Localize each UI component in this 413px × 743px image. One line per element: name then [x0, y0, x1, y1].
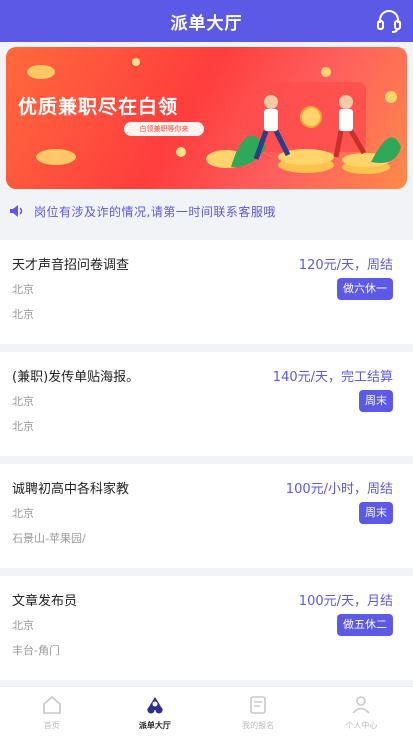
home-icon: [42, 695, 61, 714]
tab-label: 首页: [43, 721, 60, 730]
headset-icon[interactable]: [375, 7, 403, 35]
job-card[interactable]: 天才声音招问卷调查 120元/天，周结 北京 北京 做六休一: [0, 240, 413, 344]
hall-icon: [146, 697, 163, 714]
tab-label: 个人中心: [345, 721, 378, 730]
notice-bar: 岗位有涉及诈的情况,请第一时间联系客服哦: [6, 196, 407, 226]
job-pay: 100元/小时，周结: [285, 482, 393, 497]
job-title: 文章发布员: [12, 594, 78, 609]
notice-text: 岗位有涉及诈的情况,请第一时间联系客服哦: [34, 204, 276, 219]
job-area: 丰台-角门: [12, 644, 60, 657]
job-schedule-tag: 周末: [359, 390, 393, 412]
job-title: (兼职)发传单贴海报。: [12, 370, 140, 385]
job-city: 北京: [12, 395, 34, 408]
tab-my-signups[interactable]: 我的报名: [207, 687, 310, 743]
bottom-tab-bar: 首页 派单大厅 我的报名 个人中心: [0, 686, 413, 743]
job-title: 天才声音招问卷调查: [12, 258, 130, 273]
tab-label: 我的报名: [242, 721, 275, 730]
job-schedule-tag: 做六休一: [337, 278, 393, 300]
job-card[interactable]: (兼职)发传单贴海报。 140元/天，完工结算 北京 北京 周末: [0, 352, 413, 456]
job-schedule-tag: 做五休二: [337, 614, 393, 636]
job-schedule-tag: 周末: [359, 502, 393, 524]
banner-cta-pill[interactable]: 白领兼职等你来: [124, 122, 204, 136]
job-city: 北京: [12, 283, 34, 296]
tab-label: 派单大厅: [138, 721, 171, 730]
job-area: 北京: [12, 420, 34, 433]
job-pay: 100元/天，月结: [298, 594, 393, 609]
job-pay: 140元/天，完工结算: [272, 370, 393, 385]
app-header: 派单大厅: [0, 0, 413, 42]
banner-illustration-icon: [206, 67, 401, 174]
job-area: 石景山-苹果园/: [12, 532, 86, 545]
job-city: 北京: [12, 507, 34, 520]
job-title: 诚聘初高中各科家教: [12, 482, 130, 497]
speaker-icon: [10, 205, 23, 217]
list-icon: [250, 696, 266, 714]
banner-title: 优质兼职尽在白领: [18, 96, 179, 118]
promo-banner[interactable]: 优质兼职尽在白领 白领兼职等你来: [6, 47, 407, 189]
job-pay: 120元/天，周结: [298, 258, 393, 273]
job-area: 北京: [12, 308, 34, 321]
tab-profile[interactable]: 个人中心: [310, 687, 413, 743]
tab-dispatch-hall[interactable]: 派单大厅: [103, 687, 206, 743]
user-icon: [352, 696, 370, 714]
job-card[interactable]: 诚聘初高中各科家教 100元/小时，周结 北京 石景山-苹果园/ 周末: [0, 464, 413, 568]
page-title: 派单大厅: [170, 13, 243, 34]
tab-home[interactable]: 首页: [0, 687, 103, 743]
job-city: 北京: [12, 619, 34, 632]
job-card[interactable]: 文章发布员 100元/天，月结 北京 丰台-角门 做五休二: [0, 576, 413, 680]
